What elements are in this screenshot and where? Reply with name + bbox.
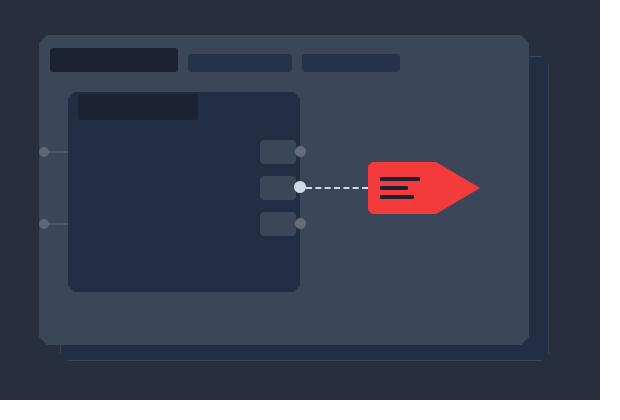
output-slot-1[interactable] xyxy=(260,140,296,164)
input-port-top[interactable] xyxy=(39,147,49,157)
canvas-scene xyxy=(0,0,600,400)
output-port-3[interactable] xyxy=(295,218,306,229)
output-slot-3[interactable] xyxy=(260,212,296,236)
input-port-bottom[interactable] xyxy=(39,219,49,229)
tab-tertiary[interactable] xyxy=(302,54,400,72)
output-slot-2[interactable] xyxy=(260,176,296,200)
tag-icon[interactable] xyxy=(368,162,480,214)
node-header[interactable] xyxy=(78,94,198,120)
dashed-connection-wire xyxy=(306,187,368,189)
tab-primary[interactable] xyxy=(50,48,178,72)
tab-secondary[interactable] xyxy=(188,54,292,72)
output-port-1[interactable] xyxy=(295,146,306,157)
output-port-2-active[interactable] xyxy=(294,181,306,193)
